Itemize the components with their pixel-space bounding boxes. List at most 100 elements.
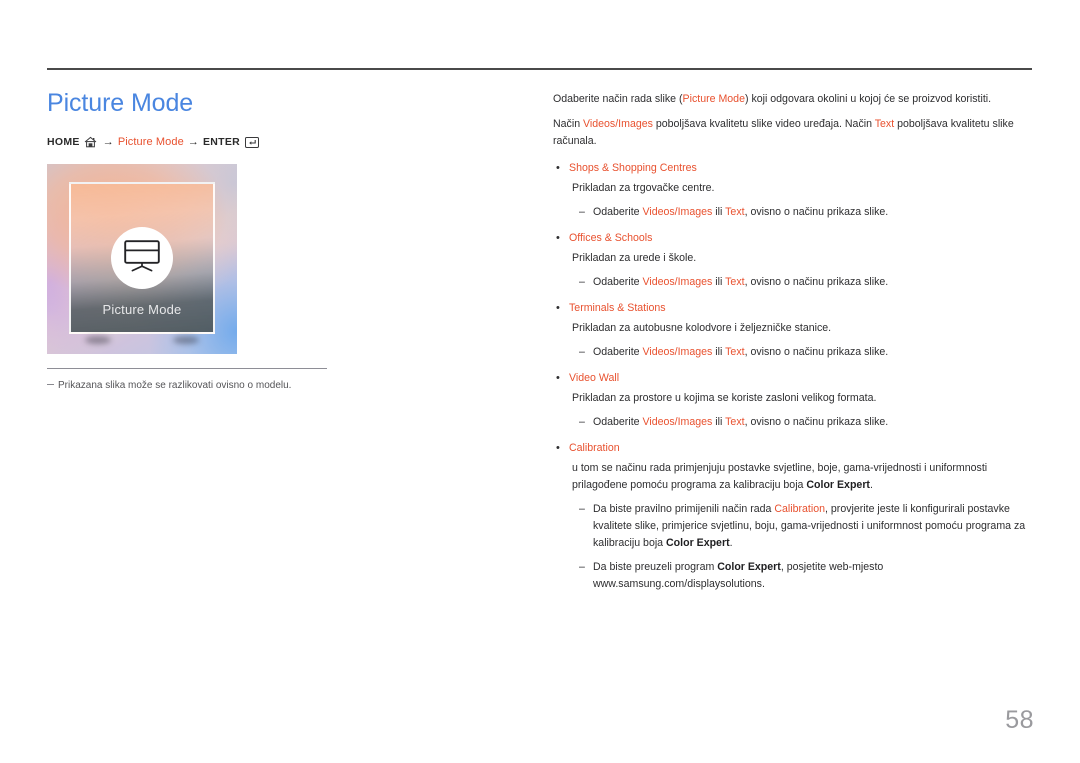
choose-b: ili (712, 205, 726, 218)
dash-marker: – (579, 502, 585, 515)
breadcrumb-home-label: HOME (47, 136, 80, 148)
section-description-terminals: Prikladan za autobusne kolodvore i želje… (572, 321, 832, 334)
calib-note1-accent: Calibration (774, 502, 826, 515)
thumbnail-shadow-left (85, 336, 111, 344)
list-item: • Calibration (553, 440, 1033, 457)
dash-marker: – (579, 415, 585, 428)
breadcrumb-middle-label: Picture Mode (117, 136, 184, 148)
choose-accent-1: Videos/Images (642, 415, 713, 428)
choose-b: ili (712, 275, 726, 288)
manual-page: Picture Mode HOME → Picture Mode → ENTER (0, 0, 1080, 763)
list-item: • Offices & Schools (553, 230, 1033, 247)
dash-marker: – (579, 205, 585, 218)
section-heading-terminals: Terminals & Stations (569, 301, 666, 314)
calib-note1-bold: Color Expert (666, 536, 730, 549)
section-note-videowall: – Odaberite Videos/Images ili Text, ovis… (579, 414, 1033, 431)
dash-text: Da biste pravilno primijenili način rada… (593, 501, 1033, 552)
choose-c: , ovisno o načinu prikaza slike. (744, 275, 889, 288)
note-dash-marker (47, 384, 54, 385)
breadcrumb-enter-label: ENTER (202, 136, 241, 148)
calibration-note-1: – Da biste pravilno primijenili način ra… (579, 501, 1033, 552)
section-note-offices: – Odaberite Videos/Images ili Text, ovis… (579, 274, 1033, 291)
bullet-marker: • (556, 441, 560, 454)
dash-text: Odaberite Videos/Images ili Text, ovisno… (593, 204, 1033, 221)
dash-text: Odaberite Videos/Images ili Text, ovisno… (593, 414, 1033, 431)
choose-a: Odaberite (593, 205, 643, 218)
thumbnail-inner-frame: Picture Mode (69, 182, 215, 334)
choose-accent-2: Text (725, 345, 745, 358)
section-heading-offices: Offices & Schools (569, 231, 653, 244)
section-heading-shops: Shops & Shopping Centres (569, 161, 697, 174)
intro-paragraph-1: Odaberite način rada slike (Picture Mode… (553, 91, 1033, 109)
dash-marker: – (579, 560, 585, 573)
intro-1-accent: Picture Mode (682, 93, 745, 105)
choose-a: Odaberite (593, 415, 643, 428)
section-description-calibration: u tom se načinu rada primjenjuju postavk… (572, 460, 1033, 494)
breadcrumb-arrow-2: → (187, 136, 199, 148)
calib-note1-c: . (729, 536, 733, 549)
home-icon (84, 136, 97, 148)
section-note-terminals: – Odaberite Videos/Images ili Text, ovis… (579, 344, 1033, 361)
right-column: Odaberite način rada slike (Picture Mode… (553, 91, 1033, 593)
choose-b: ili (712, 415, 726, 428)
section-description-offices: Prikladan za urede i škole. (572, 251, 697, 264)
choose-c: , ovisno o načinu prikaza slike. (744, 415, 889, 428)
dash-text: Da biste preuzeli program Color Expert, … (593, 559, 1033, 593)
calibration-desc-b: . (869, 478, 873, 491)
breadcrumb: HOME → Picture Mode → ENTER (47, 134, 507, 150)
bullet-marker: • (556, 161, 560, 174)
list-item: • Shops & Shopping Centres (553, 160, 1033, 177)
intro-2-text-a: Način (553, 117, 584, 130)
choose-a: Odaberite (593, 275, 643, 288)
picture-mode-thumbnail: Picture Mode (47, 164, 237, 354)
note-row: Prikazana slika može se razlikovati ovis… (47, 379, 507, 393)
intro-1-text-b: ) koji odgovara okolini u kojoj će se pr… (744, 93, 992, 105)
calib-note2-bold: Color Expert (717, 560, 781, 573)
calibration-desc-bold: Color Expert (806, 478, 870, 491)
section-heading-calibration: Calibration (569, 441, 620, 454)
choose-accent-2: Text (725, 415, 745, 428)
note-text: Prikazana slika može se razlikovati ovis… (58, 380, 292, 391)
section-note-shops: – Odaberite Videos/Images ili Text, ovis… (579, 204, 1033, 221)
bullet-marker: • (556, 371, 560, 384)
calibration-desc-a: u tom se načinu rada primjenjuju postavk… (572, 461, 988, 491)
calibration-note-2: – Da biste preuzeli program Color Expert… (579, 559, 1033, 593)
calib-note1-a: Da biste pravilno primijenili način rada (593, 502, 775, 515)
dash-marker: – (579, 275, 585, 288)
choose-accent-2: Text (725, 275, 745, 288)
intro-1-text-a: Odaberite način rada slike ( (553, 93, 683, 105)
left-column: Picture Mode HOME → Picture Mode → ENTER (47, 88, 507, 393)
choose-c: , ovisno o načinu prikaza slike. (744, 205, 889, 218)
calib-note2-a: Da biste preuzeli program (593, 560, 718, 573)
choose-accent-1: Videos/Images (642, 275, 713, 288)
intro-2-accent-2: Text (874, 117, 895, 130)
choose-a: Odaberite (593, 345, 643, 358)
choose-c: , ovisno o načinu prikaza slike. (744, 345, 889, 358)
note-divider (47, 368, 327, 369)
monitor-icon (123, 239, 161, 278)
choose-accent-2: Text (725, 205, 745, 218)
bullet-marker: • (556, 301, 560, 314)
list-item: • Video Wall (553, 370, 1033, 387)
section-description-videowall: Prikladan za prostore u kojima se korist… (572, 391, 877, 404)
choose-accent-1: Videos/Images (642, 345, 713, 358)
section-description-shops: Prikladan za trgovačke centre. (572, 181, 715, 194)
thumbnail-shadow-right (173, 336, 199, 344)
breadcrumb-arrow-1: → (102, 136, 114, 148)
thumbnail-icon-circle (111, 227, 173, 289)
enter-key-icon (245, 136, 260, 148)
intro-2-accent-1: Videos/Images (583, 117, 653, 130)
dash-text: Odaberite Videos/Images ili Text, ovisno… (593, 344, 1033, 361)
bullet-marker: • (556, 231, 560, 244)
dash-text: Odaberite Videos/Images ili Text, ovisno… (593, 274, 1033, 291)
page-title: Picture Mode (47, 89, 194, 117)
header-rule (47, 68, 1032, 70)
intro-paragraph-2: Način Videos/Images poboljšava kvalitetu… (553, 116, 1033, 151)
intro-2-text-b: poboljšava kvalitetu slike video uređaja… (652, 117, 875, 130)
dash-marker: – (579, 345, 585, 358)
page-number: 58 (1005, 706, 1034, 734)
thumbnail-label: Picture Mode (102, 302, 182, 317)
list-item: • Terminals & Stations (553, 300, 1033, 317)
section-heading-videowall: Video Wall (569, 371, 620, 384)
choose-accent-1: Videos/Images (642, 205, 713, 218)
